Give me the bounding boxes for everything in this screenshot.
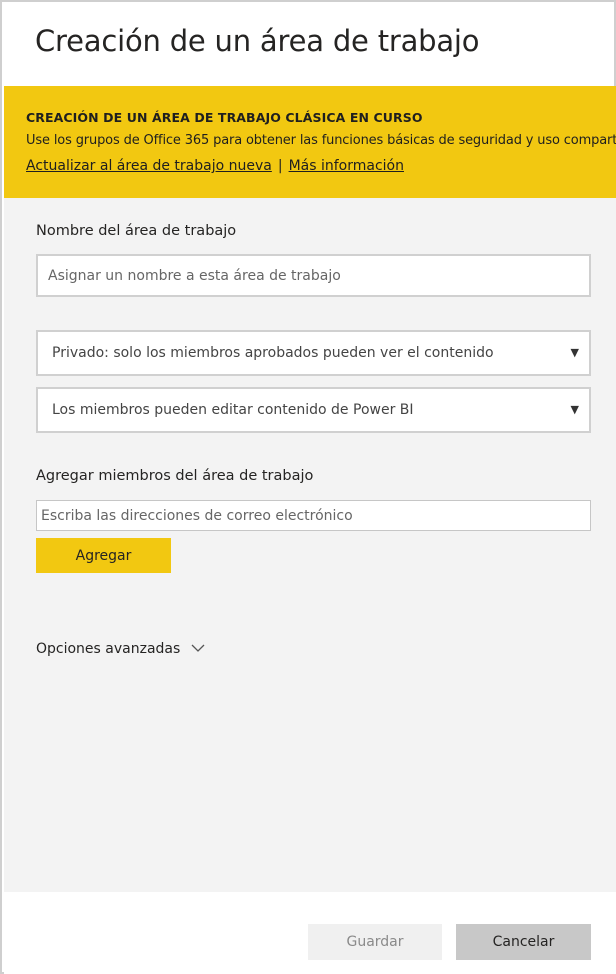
banner-description: Use los grupos de Office 365 para obtene…	[26, 133, 616, 148]
form-area: Nombre del área de trabajo Privado: solo…	[4, 198, 616, 892]
workspace-name-label: Nombre del área de trabajo	[36, 223, 237, 239]
privacy-select[interactable]: Privado: solo los miembros aprobados pue…	[36, 330, 591, 376]
members-email-input[interactable]	[36, 500, 591, 531]
add-member-button[interactable]: Agregar	[36, 538, 171, 573]
advanced-options-toggle[interactable]: Opciones avanzadas	[36, 641, 205, 657]
classic-workspace-banner: CREACIÓN DE UN ÁREA DE TRABAJO CLÁSICA E…	[4, 86, 616, 198]
caret-down-icon: ▼	[570, 346, 579, 359]
cancel-button[interactable]: Cancelar	[456, 924, 591, 960]
banner-heading: CREACIÓN DE UN ÁREA DE TRABAJO CLÁSICA E…	[26, 110, 423, 125]
link-separator: |	[277, 158, 283, 174]
members-label: Agregar miembros del área de trabajo	[36, 468, 314, 484]
dialog-title: Creación de un área de trabajo	[35, 24, 480, 58]
create-workspace-dialog: Creación de un área de trabajo CREACIÓN …	[0, 0, 616, 974]
permissions-select[interactable]: Los miembros pueden editar contenido de …	[36, 387, 591, 433]
permissions-select-value: Los miembros pueden editar contenido de …	[52, 402, 414, 418]
banner-links: Actualizar al área de trabajo nueva | Más …	[26, 158, 404, 174]
privacy-select-value: Privado: solo los miembros aprobados pue…	[52, 345, 494, 361]
dialog-footer: Guardar Cancelar	[4, 892, 616, 974]
chevron-down-icon	[191, 641, 205, 657]
upgrade-workspace-link[interactable]: Actualizar al área de trabajo nueva	[26, 158, 272, 174]
caret-down-icon: ▼	[570, 403, 579, 416]
more-info-link[interactable]: Más información	[289, 158, 404, 174]
workspace-name-input[interactable]	[36, 254, 591, 297]
advanced-options-label: Opciones avanzadas	[36, 641, 181, 657]
save-button[interactable]: Guardar	[308, 924, 442, 960]
